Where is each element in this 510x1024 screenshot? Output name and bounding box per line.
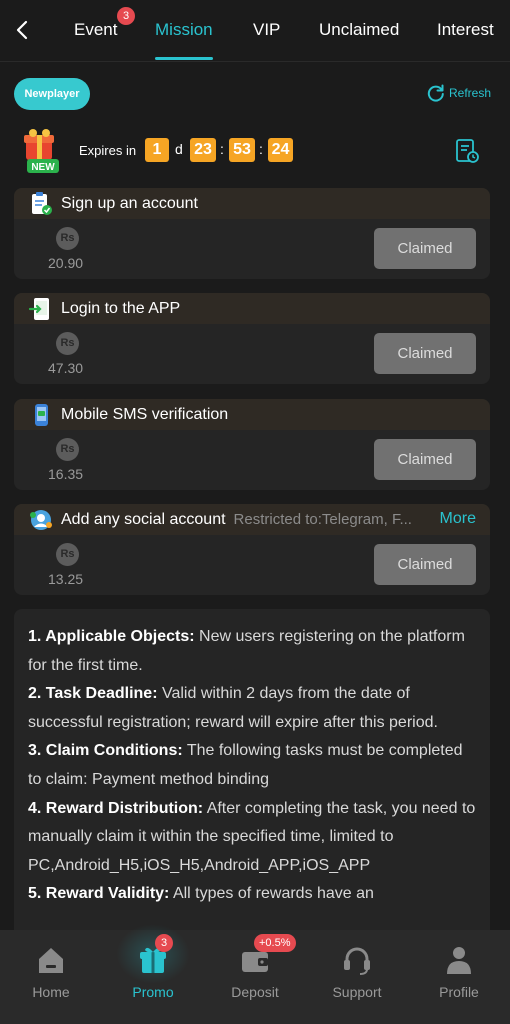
app-login-icon <box>28 298 49 320</box>
task-card: Mobile SMS verification Rs 16.35 Claimed <box>14 399 490 490</box>
nav-label: Support <box>332 984 382 1000</box>
task-header: Login to the APP <box>14 293 490 324</box>
task-restriction: Restricted to:Telegram, F... <box>233 511 412 528</box>
task-header: Mobile SMS verification <box>14 399 490 430</box>
user-icon <box>447 947 471 974</box>
gift-new-icon: NEW <box>24 129 59 173</box>
reward-amount: 47.30 <box>48 360 84 376</box>
more-link[interactable]: More <box>440 510 476 528</box>
phone-sms-icon <box>35 404 48 426</box>
active-tab-indicator <box>155 57 213 60</box>
top-tab-bar: Event 3 Mission VIP Unclaimed Interest <box>0 0 510 62</box>
clipboard-check-icon <box>32 192 52 215</box>
nav-deposit[interactable]: +0.5% Deposit <box>204 930 306 1024</box>
rupee-coin-icon: Rs <box>56 438 79 461</box>
claimed-button[interactable]: Claimed <box>374 228 476 269</box>
claimed-button[interactable]: Claimed <box>374 544 476 585</box>
task-header: Sign up an account <box>14 188 490 219</box>
rupee-coin-icon: Rs <box>56 543 79 566</box>
task-card: Sign up an account Rs 20.90 Claimed <box>14 188 490 279</box>
back-arrow-icon[interactable] <box>10 17 36 43</box>
tab-event[interactable]: Event <box>74 20 117 40</box>
task-title: Sign up an account <box>61 194 198 212</box>
timer-days: 1 <box>145 138 169 162</box>
timer-seconds: 24 <box>268 138 293 162</box>
task-title: Login to the APP <box>61 299 181 317</box>
event-count-badge: 3 <box>117 7 135 25</box>
rule-item: 1. Applicable Objects: New users registe… <box>28 628 465 674</box>
headset-icon <box>344 947 370 975</box>
bottom-nav: Home 3 Promo +0.5% Deposit Support Profi… <box>0 924 510 1024</box>
timer-separator: : <box>220 141 224 157</box>
rules-panel: 1. Applicable Objects: New users registe… <box>14 609 490 969</box>
rules-clipboard-icon[interactable] <box>454 138 480 164</box>
newplayer-pill[interactable]: Newplayer <box>14 78 90 110</box>
nav-label: Promo <box>132 984 174 1000</box>
timer-separator: : <box>259 141 263 157</box>
reward-amount: 20.90 <box>48 255 84 271</box>
claimed-button[interactable]: Claimed <box>374 439 476 480</box>
expires-label: Expires in <box>79 143 137 158</box>
nav-label: Deposit <box>231 984 279 1000</box>
nav-home[interactable]: Home <box>0 930 102 1024</box>
rule-item: 3. Claim Conditions: The following tasks… <box>28 742 463 788</box>
task-header: Add any social account Restricted to:Tel… <box>14 504 490 535</box>
task-title: Mobile SMS verification <box>61 405 229 423</box>
timer-day-unit: d <box>175 141 183 157</box>
tab-interest[interactable]: Interest <box>437 20 494 40</box>
promo-count-badge: 3 <box>155 934 173 952</box>
task-card: Add any social account Restricted to:Tel… <box>14 504 490 595</box>
refresh-button[interactable]: Refresh <box>426 83 491 103</box>
nav-promo[interactable]: 3 Promo <box>102 924 204 1024</box>
claimed-button[interactable]: Claimed <box>374 333 476 374</box>
home-icon <box>39 948 63 973</box>
timer-minutes: 53 <box>229 138 255 162</box>
refresh-icon <box>427 84 444 102</box>
nav-support[interactable]: Support <box>306 930 408 1024</box>
refresh-label: Refresh <box>449 86 492 100</box>
timer-hours: 23 <box>190 138 216 162</box>
reward-amount: 16.35 <box>48 466 84 482</box>
task-card: Login to the APP Rs 47.30 Claimed <box>14 293 490 384</box>
rupee-coin-icon: Rs <box>56 332 79 355</box>
task-title: Add any social account <box>61 510 226 528</box>
rule-item: 2. Task Deadline: Valid within 2 days fr… <box>28 685 438 731</box>
tab-mission[interactable]: Mission <box>155 20 213 40</box>
social-account-icon <box>30 510 52 530</box>
deposit-bonus-badge: +0.5% <box>254 934 296 952</box>
tab-vip[interactable]: VIP <box>253 20 280 40</box>
rupee-coin-icon: Rs <box>56 227 79 250</box>
nav-profile[interactable]: Profile <box>408 930 510 1024</box>
svg-text:NEW: NEW <box>31 162 55 173</box>
tab-unclaimed[interactable]: Unclaimed <box>319 20 399 40</box>
reward-amount: 13.25 <box>48 571 84 587</box>
rule-item: 4. Reward Distribution: After completing… <box>28 799 476 874</box>
rule-item: 5. Reward Validity: All types of rewards… <box>28 885 374 903</box>
nav-label: Home <box>32 984 70 1000</box>
nav-label: Profile <box>439 984 479 1000</box>
